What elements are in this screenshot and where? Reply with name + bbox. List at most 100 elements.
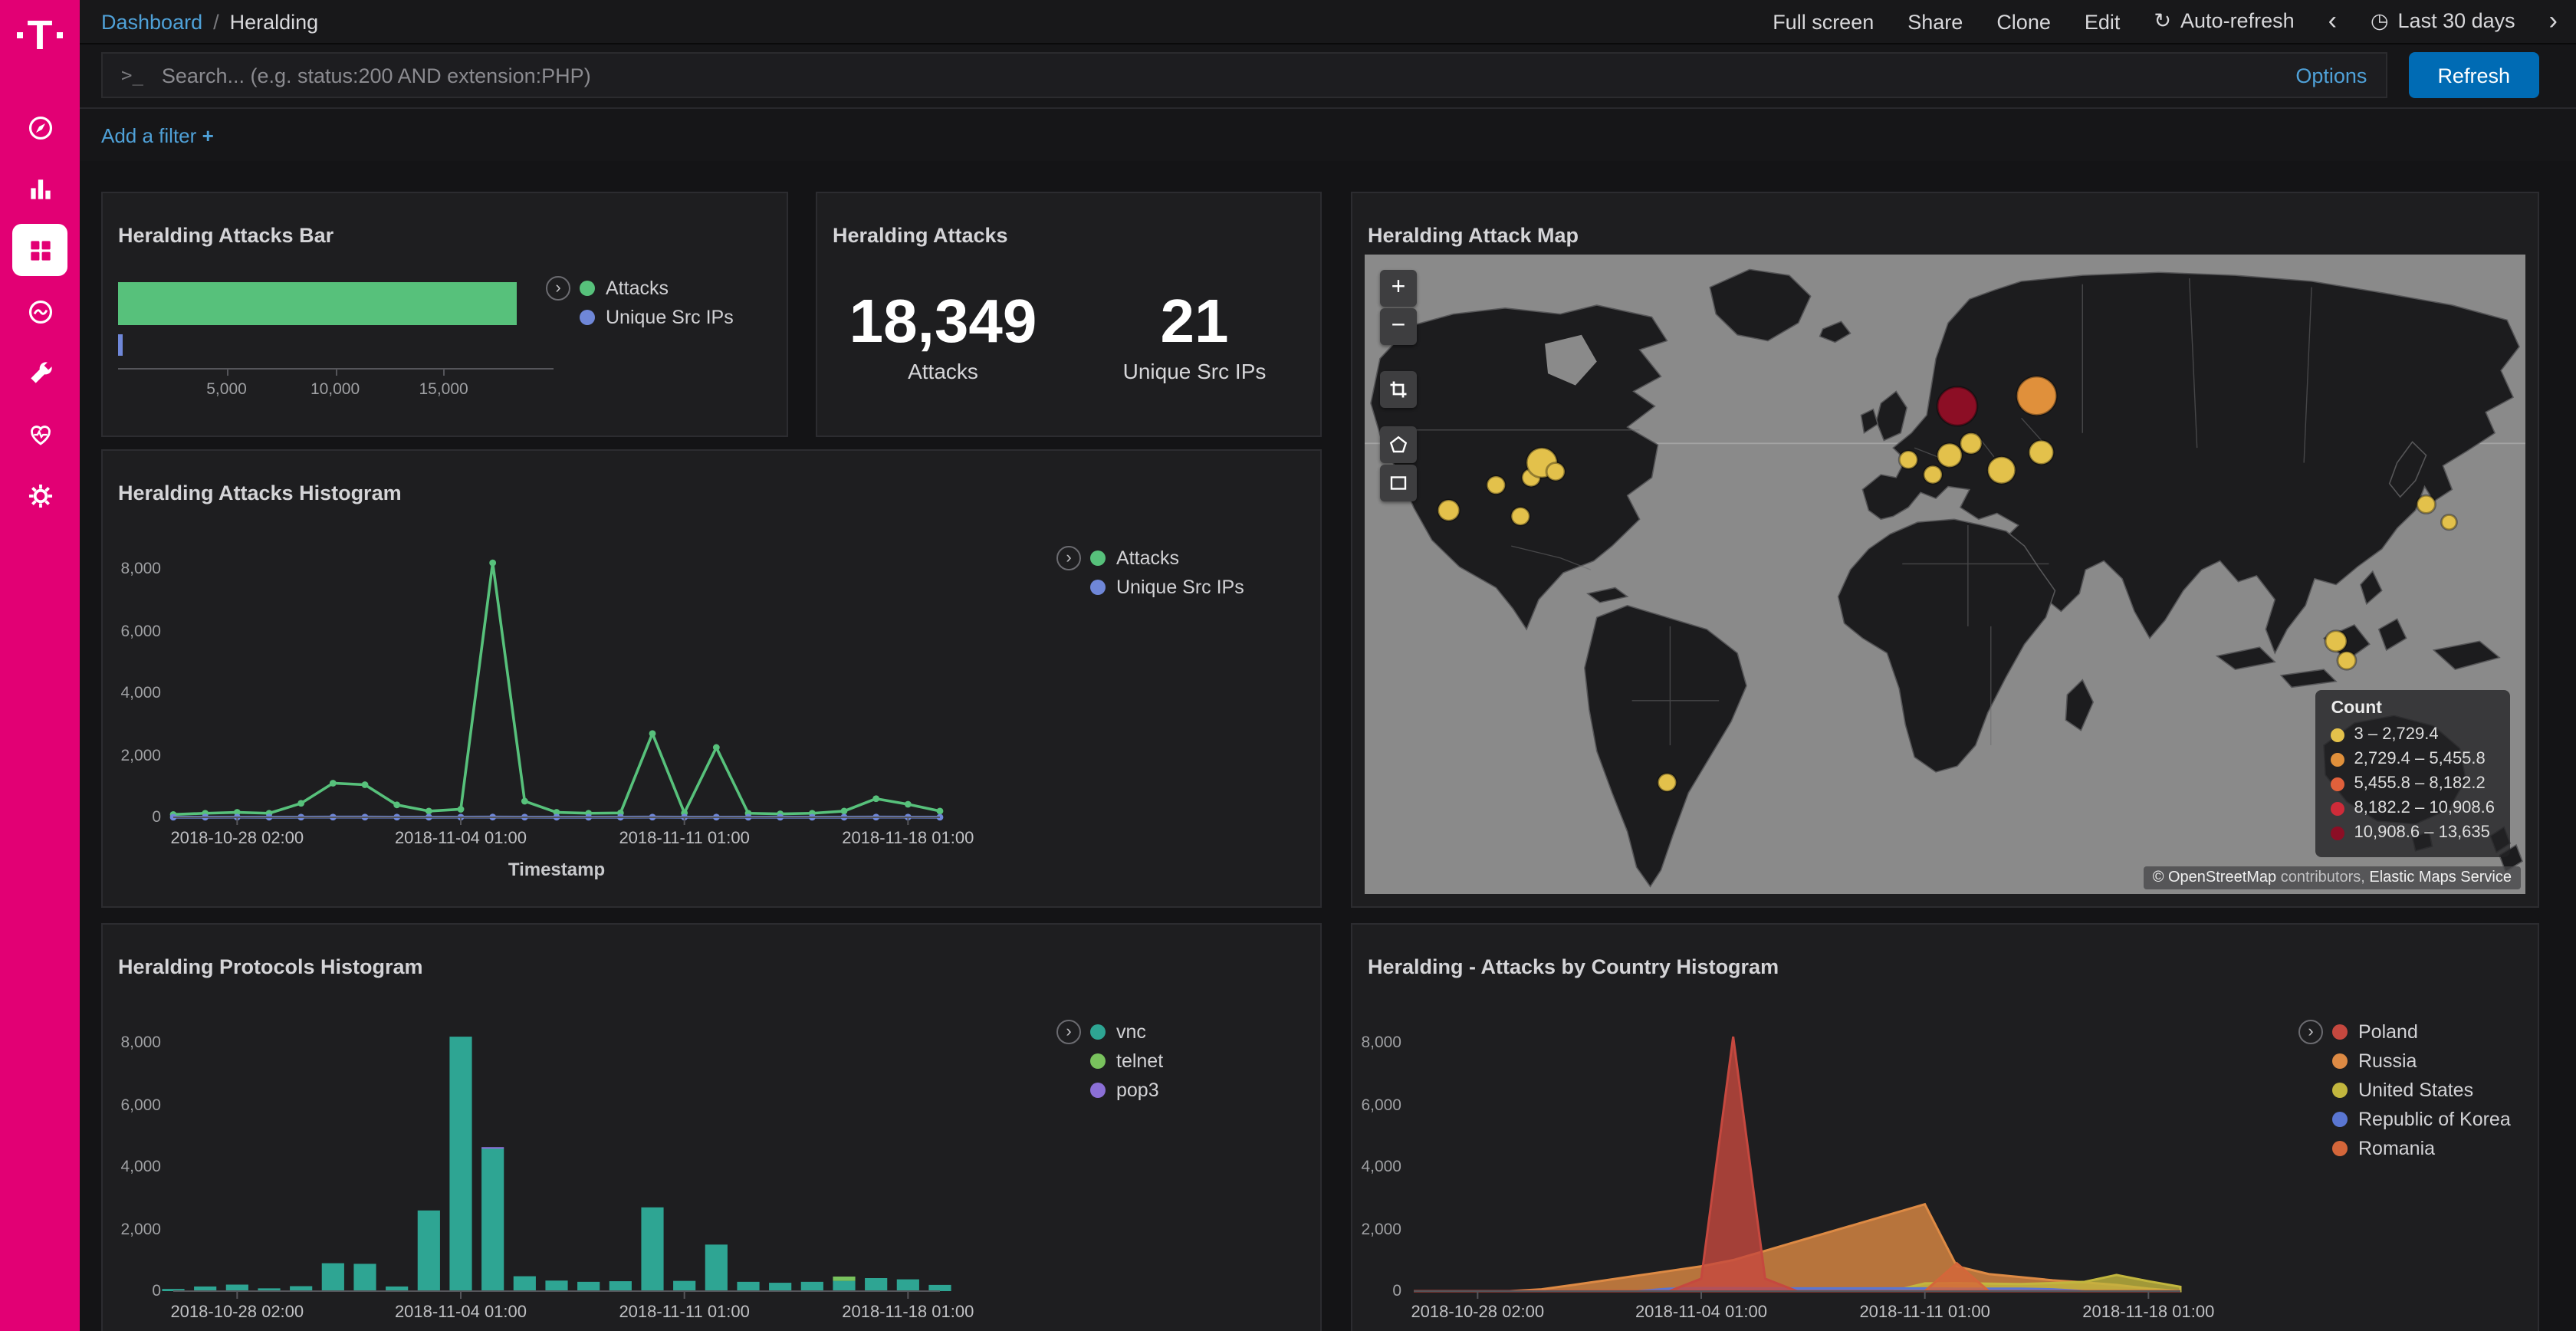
attack-location-dot[interactable] — [1937, 443, 1962, 467]
fullscreen-button[interactable]: Full screen — [1773, 10, 1874, 33]
attack-location-dot[interactable] — [2017, 376, 2057, 415]
x-axis-label: 2018-11-18 01:00 — [800, 1303, 1015, 1322]
x-axis-label: 2018-11-04 01:00 — [353, 1303, 568, 1322]
zoom-out-button[interactable]: − — [1380, 308, 1417, 345]
legend-dot — [2332, 1140, 2348, 1155]
legend-item[interactable]: Attacks — [1090, 543, 1244, 572]
map-legend-label: 3 – 2,729.4 — [2354, 722, 2439, 747]
legend-item[interactable]: Russia — [2332, 1046, 2511, 1075]
attack-location-dot[interactable] — [1960, 433, 1982, 454]
breadcrumb-dashboard-link[interactable]: Dashboard — [101, 10, 202, 33]
x-axis-label: 2018-10-28 02:00 — [130, 830, 344, 848]
metric-attacks: 18,349 Attacks — [817, 288, 1069, 383]
bar-unique-src-ips[interactable] — [118, 334, 123, 356]
legend-item[interactable]: Republic of Korea — [2332, 1104, 2511, 1133]
search-input[interactable] — [159, 62, 2280, 88]
share-button[interactable]: Share — [1907, 10, 1963, 33]
legend-item[interactable]: telnet — [1090, 1046, 1163, 1075]
panel-attacks-histogram: Heralding Attacks Histogram 02,0004,0006… — [101, 449, 1322, 908]
country-histogram-plot — [1414, 1030, 2199, 1303]
metric-label: Attacks — [817, 359, 1069, 383]
sidebar-item-timelion[interactable] — [12, 285, 67, 337]
map-legend-item[interactable]: 10,908.6 – 13,635 — [2331, 820, 2496, 845]
legend-item[interactable]: vnc — [1090, 1017, 1163, 1046]
time-back-button[interactable]: ‹ — [2328, 9, 2337, 34]
bar-attacks[interactable] — [118, 282, 516, 325]
draw-polygon-button[interactable] — [1380, 426, 1417, 463]
x-axis-label: 15,000 — [398, 380, 490, 399]
sidebar-item-visualize[interactable] — [12, 163, 67, 215]
attack-location-dot[interactable] — [1899, 451, 1917, 468]
map-legend-item[interactable]: 8,182.2 – 10,908.6 — [2331, 796, 2496, 820]
map-legend-item[interactable]: 3 – 2,729.4 — [2331, 722, 2496, 747]
legend-toggle[interactable]: › — [2298, 1020, 2323, 1044]
auto-refresh-button[interactable]: ↻Auto-refresh — [2154, 9, 2294, 34]
legend-item[interactable]: United States — [2332, 1075, 2511, 1104]
legend-dot — [1090, 579, 1106, 594]
edit-button[interactable]: Edit — [2085, 10, 2121, 33]
x-axis-label: 2018-10-28 02:00 — [1370, 1303, 1585, 1322]
map-legend-item[interactable]: 2,729.4 – 5,455.8 — [2331, 747, 2496, 771]
map-legend-label: 2,729.4 – 5,455.8 — [2354, 747, 2486, 771]
map-control-group — [1380, 371, 1417, 408]
search-bar: >_ Options — [101, 52, 2387, 98]
attack-location-dot[interactable] — [2417, 495, 2436, 513]
legend-item[interactable]: Attacks — [580, 273, 734, 302]
legend-dot — [2332, 1111, 2348, 1126]
legend-item[interactable]: Unique Src IPs — [580, 302, 734, 331]
attack-location-dot[interactable] — [1988, 457, 2016, 484]
sidebar-item-monitoring[interactable] — [12, 408, 67, 460]
legend-label: Poland — [2358, 1020, 2418, 1042]
time-picker-button[interactable]: ◷Last 30 days — [2371, 9, 2515, 34]
sidebar-item-management[interactable] — [12, 469, 67, 521]
attack-location-dot[interactable] — [1658, 774, 1676, 791]
attack-location-dot[interactable] — [2325, 631, 2347, 652]
telekom-logo[interactable]: T — [17, 12, 64, 58]
legend-item[interactable]: pop3 — [1090, 1075, 1163, 1104]
query-options-link[interactable]: Options — [2295, 64, 2367, 87]
legend-dot — [580, 309, 595, 324]
metric-unique-src-ips: 21 Unique Src IPs — [1069, 288, 1320, 383]
attack-location-dot[interactable] — [1438, 500, 1460, 521]
sidebar-item-devtools[interactable] — [12, 347, 67, 399]
attack-location-dot[interactable] — [1487, 476, 1505, 494]
attack-location-dot[interactable] — [2441, 514, 2456, 529]
x-axis-label: 2018-11-11 01:00 — [577, 1303, 792, 1322]
y-axis-label: 0 — [103, 808, 161, 827]
map-control-group: +− — [1380, 270, 1417, 345]
zoom-in-button[interactable]: + — [1380, 270, 1417, 307]
legend-item[interactable]: Poland — [2332, 1017, 2511, 1046]
dashboard-grid: Heralding Attacks Bar 5,00010,00015,000›… — [80, 161, 2576, 1331]
world-map[interactable]: +− Count 3 – 2,729.42,729.4 – 5,455.85,4… — [1365, 255, 2525, 894]
legend-item[interactable]: Unique Src IPs — [1090, 572, 1244, 601]
time-forward-button[interactable]: › — [2549, 9, 2558, 34]
legend-toggle[interactable]: › — [546, 276, 570, 301]
x-axis-label: 2018-11-18 01:00 — [800, 830, 1015, 848]
y-axis-label: 6,000 — [1352, 1096, 1401, 1114]
legend-toggle[interactable]: › — [1056, 1020, 1081, 1044]
attack-location-dot[interactable] — [2029, 440, 2054, 464]
legend-item[interactable]: Romania — [2332, 1133, 2511, 1162]
refresh-button[interactable]: Refresh — [2408, 52, 2539, 98]
attack-location-dot[interactable] — [1511, 508, 1530, 525]
attack-location-dot[interactable] — [1924, 465, 1942, 483]
topnav-actions: Full screen Share Clone Edit ↻Auto-refre… — [1773, 9, 2558, 34]
legend-dot — [1090, 1082, 1106, 1097]
legend: Poland RussiaUnited StatesRepublic of Kor… — [2332, 1017, 2511, 1162]
panel-title: Heralding Attack Map — [1368, 223, 1579, 246]
legend-toggle[interactable]: › — [1056, 546, 1081, 570]
crop-button[interactable] — [1380, 371, 1417, 408]
add-filter-link[interactable]: Add a filter + — [101, 124, 214, 147]
map-attribution[interactable]: © OpenStreetMap contributors, Elastic Ma… — [2144, 866, 2521, 889]
panel-title: Heralding Protocols Histogram — [118, 955, 423, 978]
attack-location-dot[interactable] — [2338, 652, 2356, 669]
y-axis-label: 8,000 — [1352, 1034, 1401, 1052]
attack-location-dot[interactable] — [1937, 387, 1977, 426]
map-legend-item[interactable]: 5,455.8 – 8,182.2 — [2331, 771, 2496, 796]
attack-location-dot[interactable] — [1546, 463, 1565, 481]
draw-rectangle-button[interactable] — [1380, 465, 1417, 501]
sidebar-item-dashboard[interactable] — [12, 224, 67, 276]
sidebar-item-discover[interactable] — [12, 101, 67, 153]
monitoring-icon — [25, 419, 54, 449]
clone-button[interactable]: Clone — [1996, 10, 2051, 33]
